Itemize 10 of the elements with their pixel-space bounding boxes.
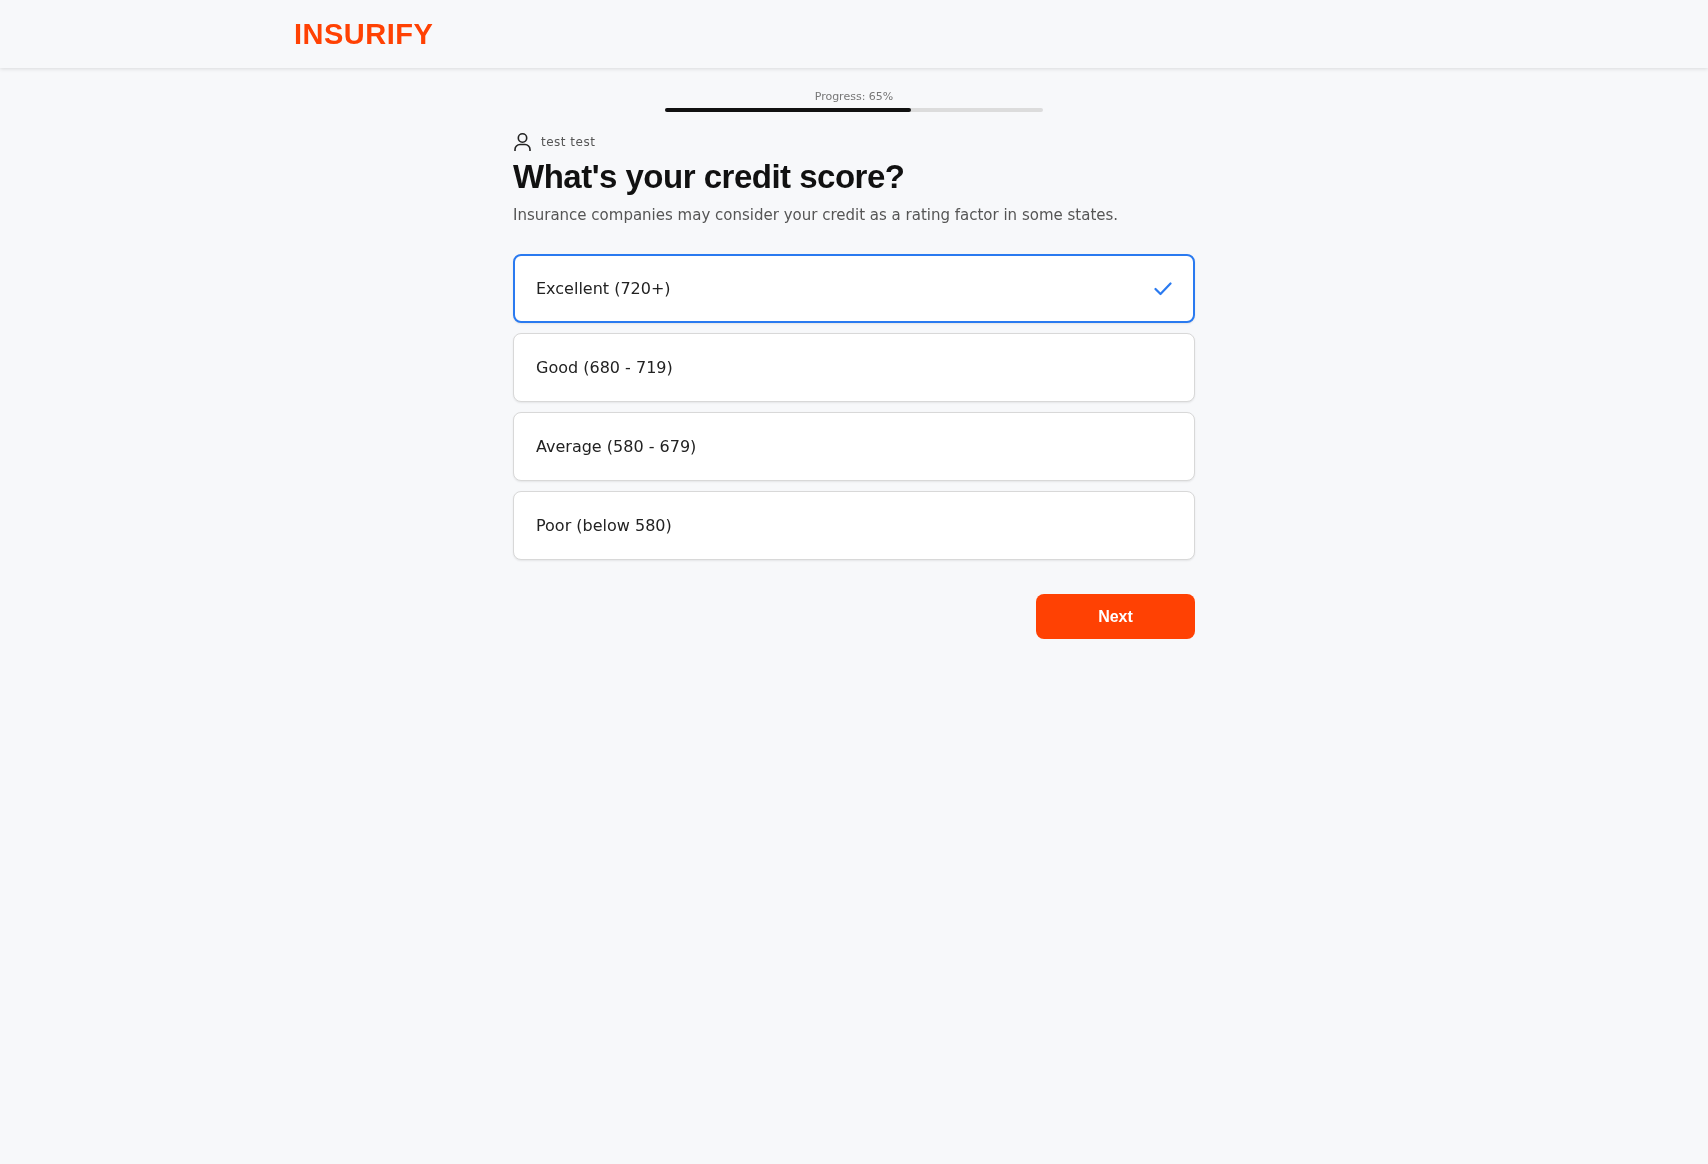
question-title: What's your credit score?: [513, 158, 906, 196]
check-icon: [1154, 281, 1172, 296]
answer-option[interactable]: Average (580 - 679): [513, 412, 1195, 481]
answer-option[interactable]: Excellent (720+): [513, 254, 1195, 323]
answer-option[interactable]: Poor (below 580): [513, 491, 1195, 560]
progress-label: Progress: 65%: [814, 90, 894, 103]
user-icon: [513, 132, 532, 152]
answer-option[interactable]: Good (680 - 719): [513, 333, 1195, 402]
user-name: test test: [541, 135, 596, 149]
question-subtitle: Insurance companies may consider your credit as a rating factor in some states.: [513, 206, 1120, 224]
